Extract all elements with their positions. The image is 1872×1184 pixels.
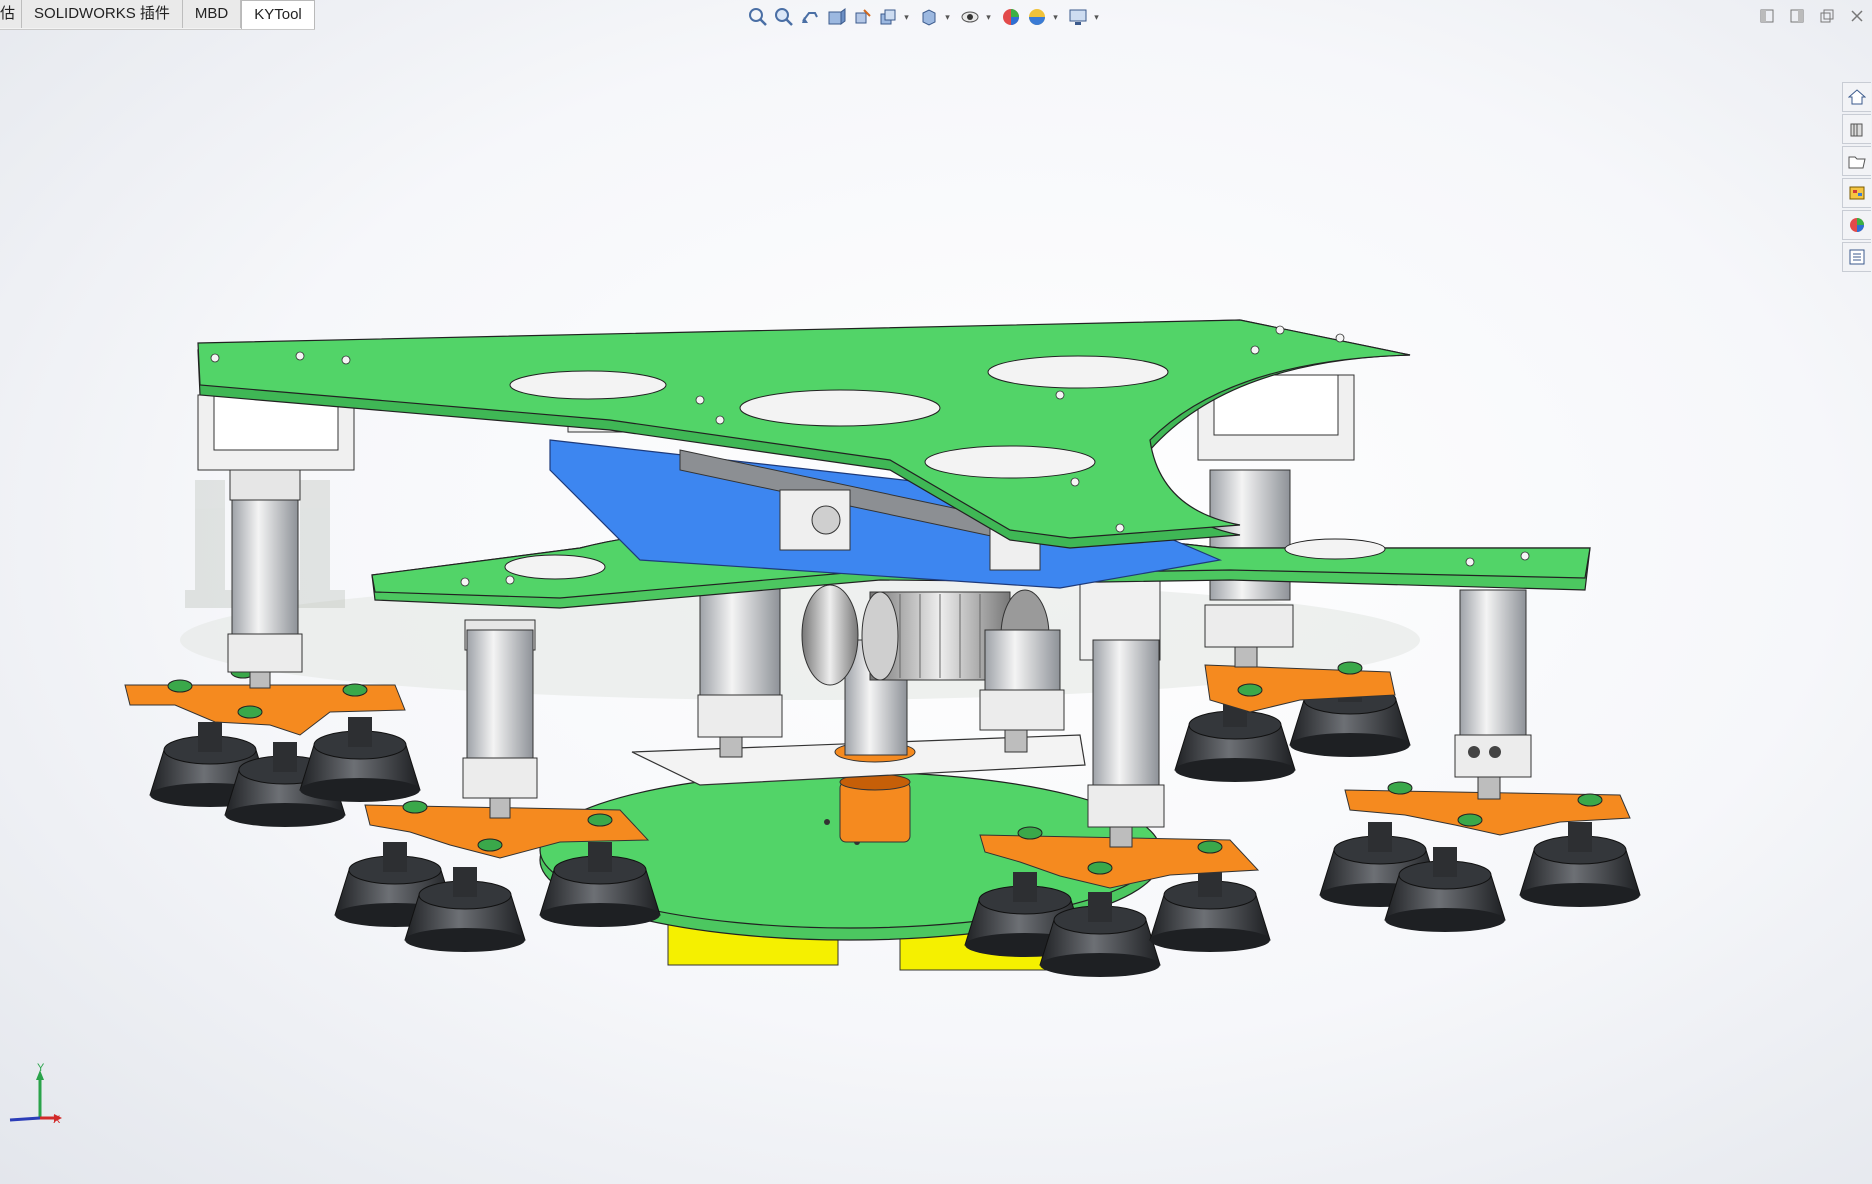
triad-y-label: Y <box>37 1062 45 1074</box>
cylinder-front-mid <box>1079 559 1165 848</box>
solidworks-resources-icon[interactable] <box>1842 82 1871 112</box>
view-palette-icon[interactable] <box>1842 178 1871 208</box>
tab-solidworks-addins[interactable]: SOLIDWORKS 插件 <box>22 0 183 28</box>
command-manager-tabs: 估 SOLIDWORKS 插件 MBD KYTool <box>0 0 315 30</box>
cup-cluster-right-front <box>1319 781 1641 932</box>
previous-view-icon[interactable] <box>798 5 822 29</box>
triad-x-label: X <box>53 1114 61 1126</box>
appearances-scenes-icon[interactable] <box>1842 210 1871 240</box>
close-window-icon[interactable] <box>1842 4 1872 28</box>
cup-cluster-front-left <box>334 800 661 952</box>
apply-scene-icon[interactable] <box>1025 5 1049 29</box>
view-orientation-icon[interactable] <box>876 5 900 29</box>
cylinder-front-left <box>462 619 538 819</box>
tile-left-icon[interactable] <box>1752 4 1782 28</box>
cylinder-right-front <box>1454 589 1532 800</box>
view-settings-dropdown-icon[interactable]: ▾ <box>1092 5 1101 29</box>
triad-labels: Y X <box>0 1060 70 1130</box>
section-view-icon[interactable] <box>824 5 848 29</box>
cup-cluster-left-back <box>124 665 421 827</box>
display-style-icon[interactable] <box>917 5 941 29</box>
display-style-dropdown-icon[interactable]: ▾ <box>943 5 952 29</box>
cup-cluster-right-back <box>1174 661 1411 782</box>
heads-up-view-toolbar: ▾ ▾ ▾ ▾ ▾ <box>746 4 1107 30</box>
file-explorer-icon[interactable] <box>1842 146 1871 176</box>
tab-mbd[interactable]: MBD <box>182 0 242 28</box>
hide-show-items-icon[interactable] <box>958 5 982 29</box>
restore-window-icon[interactable] <box>1812 4 1842 28</box>
zoom-to-fit-icon[interactable] <box>746 5 770 29</box>
view-orientation-dropdown-icon[interactable]: ▾ <box>902 5 911 29</box>
custom-properties-icon[interactable] <box>1842 242 1871 272</box>
document-window-controls <box>1752 4 1872 28</box>
tab-evaluate[interactable]: 估 <box>0 0 23 28</box>
graphics-area[interactable] <box>0 0 1872 1184</box>
cylinder-center-right <box>979 629 1065 753</box>
edit-appearance-icon[interactable] <box>999 5 1023 29</box>
design-library-icon[interactable] <box>1842 114 1871 144</box>
apply-scene-dropdown-icon[interactable]: ▾ <box>1051 5 1060 29</box>
view-settings-icon[interactable] <box>1066 5 1090 29</box>
task-pane-tabs <box>1842 82 1872 274</box>
cup-cluster-front-mid <box>964 826 1271 977</box>
tile-right-icon[interactable] <box>1782 4 1812 28</box>
hide-show-dropdown-icon[interactable]: ▾ <box>984 5 993 29</box>
tab-kytool[interactable]: KYTool <box>241 0 315 29</box>
cylinder-left-back <box>227 469 303 689</box>
dynamic-annotation-icon[interactable] <box>850 5 874 29</box>
zoom-to-area-icon[interactable] <box>772 5 796 29</box>
